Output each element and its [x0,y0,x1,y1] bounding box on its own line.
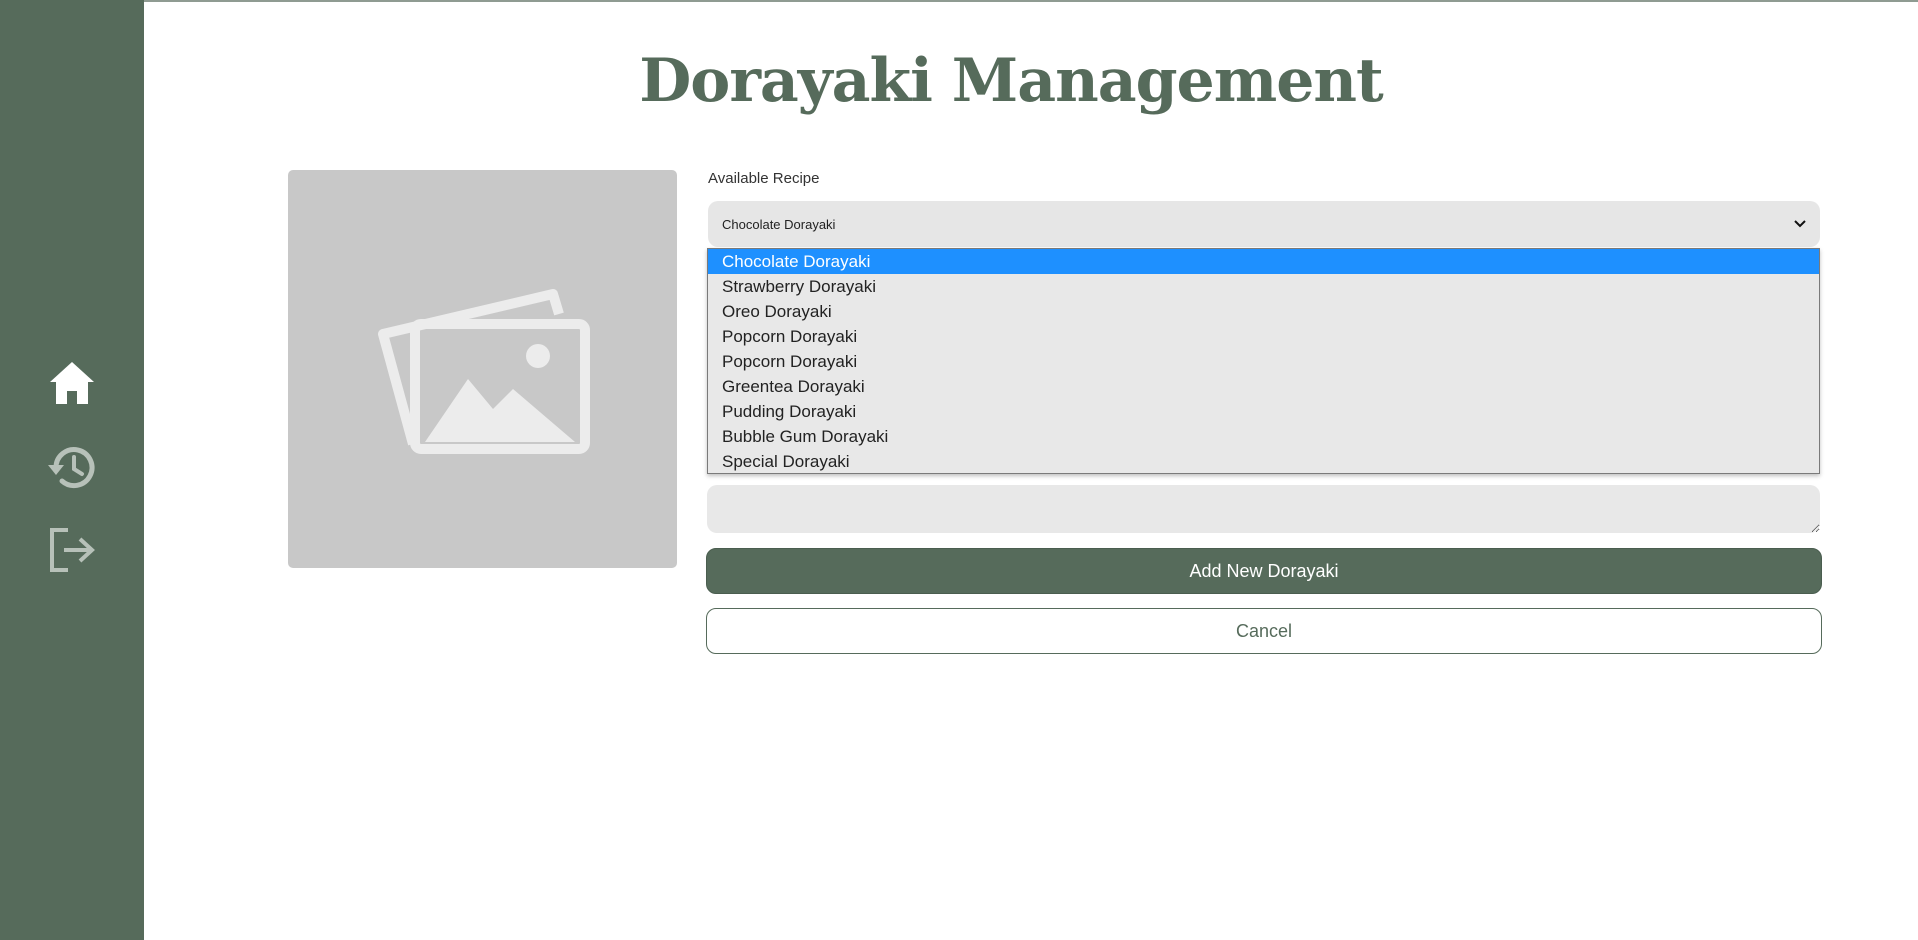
logout-icon[interactable] [44,522,100,578]
home-icon[interactable] [44,355,100,411]
page-title: Dorayaki Management [639,46,1383,116]
recipe-select[interactable]: Chocolate Dorayaki [708,201,1820,247]
recipe-option[interactable]: Greentea Dorayaki [708,374,1819,399]
add-dorayaki-button[interactable]: Add New Dorayaki [706,548,1822,594]
recipe-option[interactable]: Strawberry Dorayaki [708,274,1819,299]
recipe-option[interactable]: Popcorn Dorayaki [708,349,1819,374]
image-preview[interactable] [288,170,677,568]
recipe-option[interactable]: Special Dorayaki [708,449,1819,474]
sidebar [0,0,144,940]
recipe-option[interactable]: Oreo Dorayaki [708,299,1819,324]
recipe-option[interactable]: Popcorn Dorayaki [708,324,1819,349]
description-textarea[interactable] [707,485,1820,533]
image-placeholder-icon [377,289,590,454]
recipe-select-value: Chocolate Dorayaki [722,216,836,232]
cancel-button[interactable]: Cancel [706,608,1822,654]
top-divider [144,0,1918,2]
recipe-label: Available Recipe [708,170,820,187]
chevron-down-icon [1794,220,1806,228]
recipe-option[interactable]: Chocolate Dorayaki [708,249,1819,274]
recipe-option[interactable]: Bubble Gum Dorayaki [708,424,1819,449]
history-icon[interactable] [44,440,100,496]
recipe-dropdown-list: Chocolate Dorayaki Strawberry Dorayaki O… [707,248,1820,474]
recipe-option[interactable]: Pudding Dorayaki [708,399,1819,424]
